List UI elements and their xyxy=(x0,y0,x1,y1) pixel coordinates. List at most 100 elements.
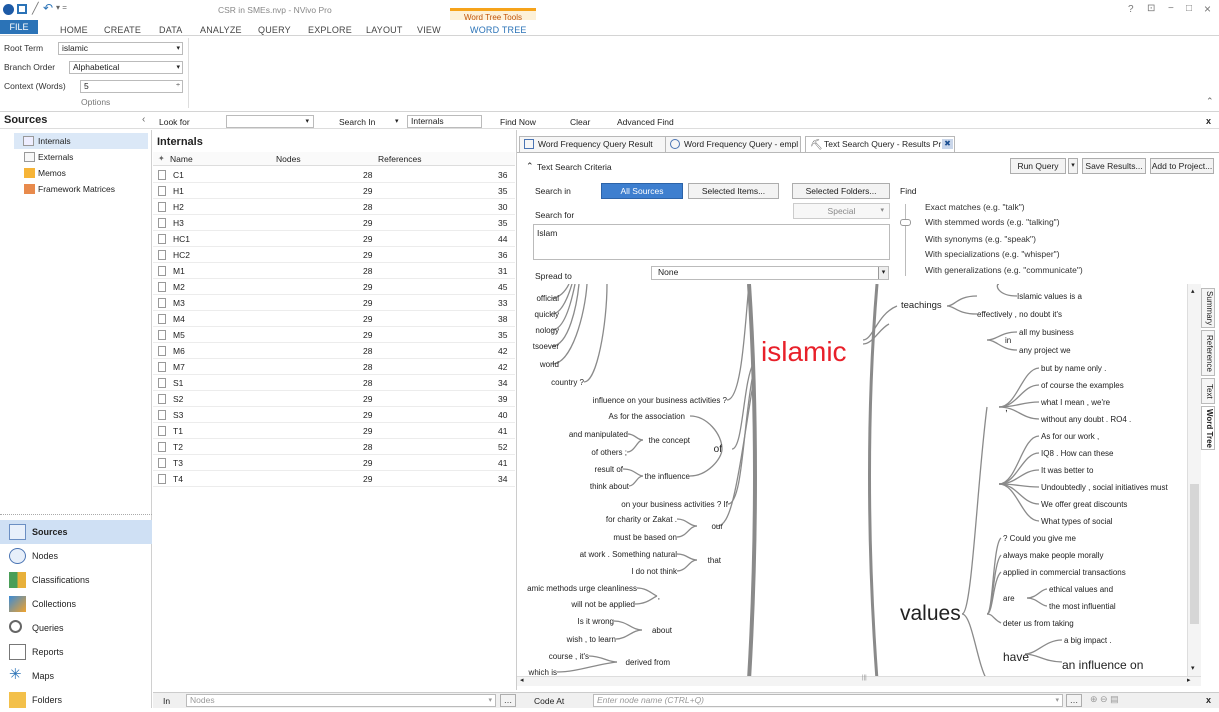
table-row[interactable]: T2 28 52 xyxy=(153,439,515,455)
nav-reports-button[interactable]: Reports xyxy=(0,640,152,664)
tab-text-search-results[interactable]: ⛏ Text Search Query - Results Pr ✖ xyxy=(805,136,955,152)
close-find-bar-button[interactable]: x xyxy=(1206,116,1211,126)
search-in-field[interactable]: Internals xyxy=(407,115,482,128)
table-row[interactable]: M1 28 31 xyxy=(153,263,515,279)
find-slider[interactable] xyxy=(900,204,912,276)
tab-data[interactable]: DATA xyxy=(159,25,182,35)
qat-dropdown-icon[interactable]: ▾ = xyxy=(56,3,67,12)
word-tree-right-phrase[interactable]: all my business xyxy=(1019,328,1074,337)
table-row[interactable]: H3 29 35 xyxy=(153,215,515,231)
column-references[interactable]: References xyxy=(378,154,421,164)
save-icon[interactable] xyxy=(17,4,27,14)
tab-query[interactable]: QUERY xyxy=(258,25,291,35)
vertical-scrollbar[interactable]: ▴ ▾ xyxy=(1187,284,1201,676)
table-row[interactable]: M2 29 45 xyxy=(153,279,515,295)
table-row[interactable]: HC1 29 44 xyxy=(153,231,515,247)
word-tree-right-phrase[interactable]: ethical values and xyxy=(1049,585,1113,594)
app-logo-icon[interactable] xyxy=(3,4,14,15)
word-tree-right-phrase[interactable]: What types of social xyxy=(1041,517,1113,526)
table-row[interactable]: T4 29 34 xyxy=(153,471,515,487)
word-tree-right-phrase[interactable]: an influence on xyxy=(1062,658,1143,672)
word-tree-right-phrase[interactable]: the most influential xyxy=(1049,602,1116,611)
table-row[interactable]: M6 28 42 xyxy=(153,343,515,359)
word-tree-left-phrase[interactable]: will not be applied xyxy=(571,600,635,609)
browse-button[interactable]: … xyxy=(500,694,516,707)
table-row[interactable]: T1 29 41 xyxy=(153,423,515,439)
maximize-button[interactable]: □ xyxy=(1186,3,1192,14)
table-row[interactable]: H2 28 30 xyxy=(153,199,515,215)
ribbon-display-button[interactable]: ⊡ xyxy=(1147,3,1155,14)
code-at-input[interactable]: Enter node name (CTRL+Q) ▾ xyxy=(593,694,1063,707)
close-code-bar-button[interactable]: x xyxy=(1206,695,1211,705)
word-tree-left-phrase[interactable]: country ? xyxy=(551,378,584,387)
word-tree-right-phrase[interactable]: always make people morally xyxy=(1003,551,1104,560)
scroll-thumb[interactable] xyxy=(1190,484,1199,624)
undo-icon[interactable]: ↶ xyxy=(43,1,53,15)
word-tree-right-phrase[interactable]: a big impact . xyxy=(1064,636,1112,645)
horizontal-scrollbar[interactable]: ◂ ▸ ||| xyxy=(517,675,1201,686)
word-tree-right-phrase[interactable]: , xyxy=(1005,403,1008,414)
browse-node-button[interactable]: … xyxy=(1066,694,1082,707)
slider-thumb[interactable] xyxy=(900,219,911,226)
word-tree-left-phrase[interactable]: As for the association xyxy=(609,412,685,421)
word-tree-left-phrase[interactable]: nology xyxy=(535,326,559,335)
tab-layout[interactable]: LAYOUT xyxy=(366,25,403,35)
word-tree-left-phrase[interactable]: world xyxy=(540,360,559,369)
branch-order-combo[interactable]: Alphabetical ▾ xyxy=(69,61,183,74)
word-tree-right-phrase[interactable]: of course the examples xyxy=(1041,381,1124,390)
clear-button[interactable]: Clear xyxy=(570,117,590,127)
word-tree-right-phrase[interactable]: any project we xyxy=(1019,346,1071,355)
table-row[interactable]: M3 29 33 xyxy=(153,295,515,311)
word-tree-right-phrase[interactable]: without any doubt . RO4 . xyxy=(1041,415,1131,424)
code-icon[interactable]: ⊕ ⊖ ▤ xyxy=(1090,694,1119,705)
tree-item-memos[interactable]: Memos xyxy=(0,165,152,181)
word-tree-left-phrase[interactable]: for charity or Zakat . xyxy=(606,515,677,524)
look-for-input[interactable]: ▾ xyxy=(226,115,314,128)
side-tab-word-tree[interactable]: Word Tree xyxy=(1201,406,1215,450)
tree-item-framework-matrices[interactable]: Framework Matrices xyxy=(0,181,152,197)
word-tree-left-phrase[interactable]: our xyxy=(711,522,723,531)
find-now-button[interactable]: Find Now xyxy=(500,117,536,127)
search-in-dropdown-icon[interactable]: ▾ xyxy=(395,117,399,125)
word-tree-right-phrase[interactable]: teachings xyxy=(901,300,942,311)
nav-queries-button[interactable]: Queries xyxy=(0,616,152,640)
close-window-button[interactable]: × xyxy=(1204,2,1211,16)
advanced-find-button[interactable]: Advanced Find xyxy=(617,117,674,127)
word-tree-right-phrase[interactable]: applied in commercial transactions xyxy=(1003,568,1126,577)
nav-folders-button[interactable]: Folders xyxy=(0,688,152,712)
nav-nodes-button[interactable]: Nodes xyxy=(0,544,152,568)
word-tree-right-phrase[interactable]: but by name only . xyxy=(1041,364,1106,373)
tab-analyze[interactable]: ANALYZE xyxy=(200,25,242,35)
word-tree-left-phrase[interactable]: the influence xyxy=(645,472,690,481)
word-tree-left-phrase[interactable]: on your business activities ? If xyxy=(621,500,728,509)
table-row[interactable]: S3 29 40 xyxy=(153,407,515,423)
table-row[interactable]: M4 29 38 xyxy=(153,311,515,327)
table-row[interactable]: M5 29 35 xyxy=(153,327,515,343)
nav-collections-button[interactable]: Collections xyxy=(0,592,152,616)
run-query-button[interactable]: Run Query xyxy=(1010,158,1066,174)
word-tree-right-phrase[interactable]: As for our work , xyxy=(1041,432,1099,441)
word-tree-left-phrase[interactable]: official xyxy=(536,294,559,303)
spread-to-combo[interactable]: None ▾ xyxy=(651,266,889,280)
word-tree-left-phrase[interactable]: about xyxy=(652,626,672,635)
word-tree-right-phrase[interactable]: have xyxy=(1003,650,1029,664)
edit-icon[interactable]: ╱ xyxy=(32,2,39,15)
word-tree-right-phrase[interactable]: values xyxy=(900,602,961,626)
tree-item-internals[interactable]: Internals xyxy=(14,133,148,149)
word-tree-left-phrase[interactable]: quickly xyxy=(535,310,559,319)
context-words-spinner[interactable]: 5 ÷ xyxy=(80,80,183,93)
tree-item-externals[interactable]: Externals xyxy=(0,149,152,165)
column-name[interactable]: Name xyxy=(170,154,193,164)
word-tree-left-phrase[interactable]: at work . Something natural xyxy=(580,550,677,559)
search-for-textarea[interactable]: Islam xyxy=(533,224,890,260)
table-row[interactable]: HC2 29 36 xyxy=(153,247,515,263)
table-row[interactable]: H1 29 35 xyxy=(153,183,515,199)
word-tree-left-phrase[interactable]: , xyxy=(658,592,660,601)
root-term-word[interactable]: islamic xyxy=(761,336,847,368)
word-tree-right-phrase[interactable]: We offer great discounts xyxy=(1041,500,1127,509)
word-tree-left-phrase[interactable]: I do not think xyxy=(631,567,677,576)
table-row[interactable]: S1 28 34 xyxy=(153,375,515,391)
add-to-project-button[interactable]: Add to Project... xyxy=(1150,158,1214,174)
close-tab-icon[interactable]: ✖ xyxy=(942,139,953,149)
table-row[interactable]: M7 28 42 xyxy=(153,359,515,375)
